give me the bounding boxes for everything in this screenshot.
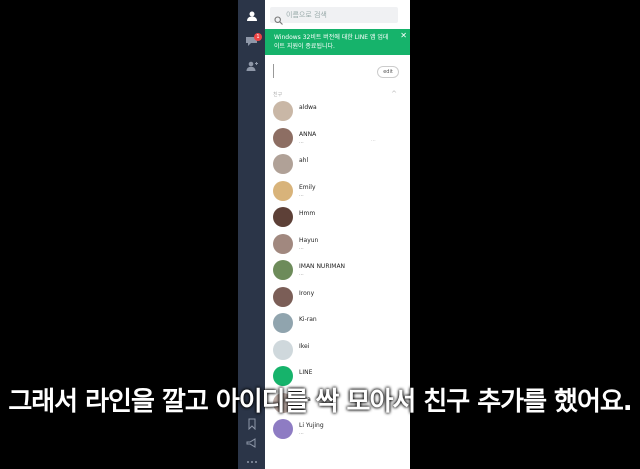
friend-status-message: ... xyxy=(299,191,304,198)
avatar xyxy=(273,260,293,280)
friend-name: Ki-ran xyxy=(299,316,317,323)
friends-tab-person-icon[interactable] xyxy=(244,8,259,23)
friend-list-item[interactable]: aldwa xyxy=(273,101,403,123)
friend-name: ANNA xyxy=(299,130,317,138)
avatar xyxy=(273,286,293,307)
friend-name: LINE xyxy=(299,369,313,376)
avatar xyxy=(273,101,293,121)
friend-list-item[interactable]: Hayun... xyxy=(273,233,403,256)
close-icon[interactable]: ✕ xyxy=(400,31,407,40)
friend-name: aldwa xyxy=(299,104,317,111)
friend-status-message: ... xyxy=(299,430,304,436)
friends-section-header[interactable]: 친구 ^ xyxy=(273,90,401,98)
search-input[interactable]: 이름으로 검색 xyxy=(270,7,398,25)
more-icon[interactable] xyxy=(244,454,259,469)
friend-list-item[interactable]: Irony xyxy=(273,286,403,309)
avatar xyxy=(273,233,293,254)
friend-list-item[interactable]: ANNA...... xyxy=(273,127,403,150)
edit-profile-button[interactable]: edit xyxy=(377,66,399,78)
update-notice-text: Windows 32비트 버전에 대한 LINE 앱 업데이트 지원이 종료됩니… xyxy=(274,34,389,50)
friend-name: Irony xyxy=(299,289,315,297)
status-message-field[interactable] xyxy=(273,64,364,78)
avatar xyxy=(273,419,293,439)
friend-list-item[interactable]: ahl xyxy=(273,154,403,176)
avatar xyxy=(273,313,293,333)
update-notice-banner: Windows 32비트 버전에 대한 LINE 앱 업데이트 지원이 종료됩니… xyxy=(265,29,410,55)
friend-name: Hayun xyxy=(299,236,319,244)
friend-list-item[interactable]: Ikei xyxy=(273,339,403,362)
friend-name: Ikei xyxy=(299,342,310,350)
avatar xyxy=(273,154,293,174)
avatar xyxy=(273,207,293,227)
friend-list-item[interactable]: IMAN NURIMAN... xyxy=(273,260,403,282)
friend-status-message: ... xyxy=(299,138,304,145)
friend-name: IMAN NURIMAN xyxy=(299,263,346,270)
friend-name: Emily xyxy=(299,183,316,191)
friend-list-item[interactable]: Ki-ran xyxy=(273,313,403,335)
avatar xyxy=(273,127,293,148)
bookmark-icon[interactable] xyxy=(244,416,259,431)
add-friend-icon[interactable] xyxy=(244,58,259,73)
friends-section-label: 친구 xyxy=(273,92,283,98)
friend-list-item[interactable]: Emily... xyxy=(273,180,403,203)
megaphone-icon[interactable] xyxy=(244,435,259,450)
friend-status-message: ... xyxy=(299,244,304,251)
friend-extra-text: ... xyxy=(371,136,376,143)
friend-list-item[interactable]: Hmm xyxy=(273,207,403,229)
search-placeholder: 이름으로 검색 xyxy=(286,11,327,19)
friend-name: Li Yujing xyxy=(299,422,324,429)
search-icon xyxy=(274,10,283,25)
friend-status-message: ... xyxy=(299,271,304,277)
chevron-up-icon: ^ xyxy=(391,90,397,98)
avatar xyxy=(273,180,293,201)
friend-name: Hmm xyxy=(299,210,316,217)
friend-list-item[interactable]: Li Yujing... xyxy=(273,419,403,441)
chat-unread-badge: 1 xyxy=(254,33,262,41)
video-caption: 그래서 라인을 깔고 아이디를 싹 모아서 친구 추가를 했어요. xyxy=(8,387,632,417)
avatar xyxy=(273,339,293,360)
friend-name: ahl xyxy=(299,157,309,164)
